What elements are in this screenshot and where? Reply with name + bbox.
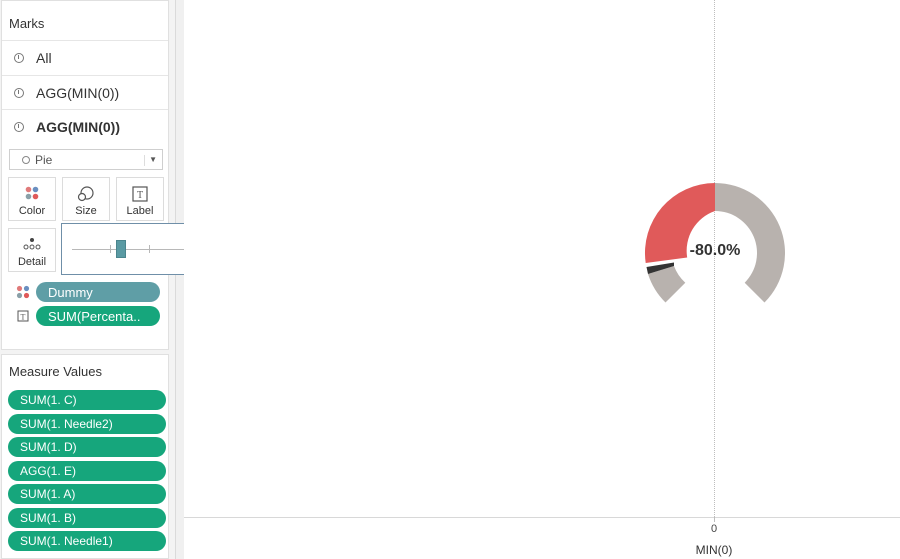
- color-icon: [25, 186, 39, 200]
- measure-pill[interactable]: AGG(1. E): [8, 461, 166, 481]
- pie-mark-icon: [22, 155, 30, 164]
- marks-row-agg-1[interactable]: AGG(MIN(0)): [2, 75, 168, 109]
- pie-mark-icon: [14, 121, 24, 132]
- pie-mark-icon: [14, 52, 24, 63]
- label-pill-row: T SUM(Percenta..: [16, 306, 160, 326]
- marks-row-label: All: [36, 49, 52, 66]
- measure-pill[interactable]: SUM(1. C): [8, 390, 166, 410]
- marks-card: Marks All AGG(MIN(0)) AGG(MIN(0)) Pie ▼: [1, 0, 169, 350]
- dummy-pill[interactable]: Dummy: [36, 282, 160, 302]
- svg-text:T: T: [137, 190, 143, 201]
- label-icon: T: [17, 310, 29, 322]
- color-icon: [16, 285, 30, 299]
- measure-pill[interactable]: SUM(1. Needle2): [8, 414, 166, 434]
- color-pill-row: Dummy: [16, 282, 160, 302]
- marks-row-all[interactable]: All: [2, 40, 168, 74]
- label-button-label: Label: [126, 205, 154, 217]
- size-slider-tick: [149, 245, 150, 253]
- measure-values-card: Measure Values SUM(1. C) SUM(1. Needle2)…: [1, 354, 169, 559]
- marks-title: Marks: [9, 16, 45, 31]
- chevron-down-icon: ▼: [144, 155, 157, 166]
- label-icon: T: [132, 186, 148, 202]
- pie-mark-icon: [14, 87, 24, 98]
- x-axis-tick: [714, 517, 715, 522]
- color-button[interactable]: Color: [8, 177, 56, 221]
- svg-text:T: T: [21, 313, 26, 322]
- left-panel: Marks All AGG(MIN(0)) AGG(MIN(0)) Pie ▼: [0, 0, 238, 559]
- measure-values-title: Measure Values: [9, 364, 102, 379]
- size-icon: [77, 186, 94, 202]
- view-canvas[interactable]: 0 MIN(0) -80.0%: [184, 0, 900, 559]
- measure-pill[interactable]: SUM(1. D): [8, 437, 166, 457]
- measure-pill[interactable]: SUM(1. Needle1): [8, 531, 166, 551]
- size-slider-tick: [110, 245, 111, 253]
- marks-row-label: AGG(MIN(0)): [36, 118, 120, 135]
- mark-type-dropdown[interactable]: Pie ▼: [9, 149, 163, 170]
- marks-row-label: AGG(MIN(0)): [36, 84, 120, 101]
- measure-pill[interactable]: SUM(1. B): [8, 508, 166, 528]
- measure-pill[interactable]: SUM(1. A): [8, 484, 166, 504]
- detail-button-label: Detail: [17, 256, 47, 268]
- x-axis-line: [184, 517, 900, 518]
- detail-icon: [23, 238, 41, 250]
- x-axis-tick-label: 0: [710, 523, 718, 535]
- size-button[interactable]: Size: [62, 177, 110, 221]
- detail-button[interactable]: Detail: [8, 228, 56, 272]
- gauge-value-label: -80.0%: [689, 242, 741, 259]
- size-slider-handle[interactable]: [116, 240, 126, 258]
- size-button-label: Size: [75, 205, 97, 217]
- x-axis-title[interactable]: MIN(0): [674, 543, 754, 557]
- percentage-pill[interactable]: SUM(Percenta..: [36, 306, 160, 326]
- mark-type-label: Pie: [35, 152, 53, 167]
- color-button-label: Color: [18, 205, 46, 217]
- marks-row-agg-2[interactable]: AGG(MIN(0)): [2, 109, 168, 143]
- label-button[interactable]: T Label: [116, 177, 164, 221]
